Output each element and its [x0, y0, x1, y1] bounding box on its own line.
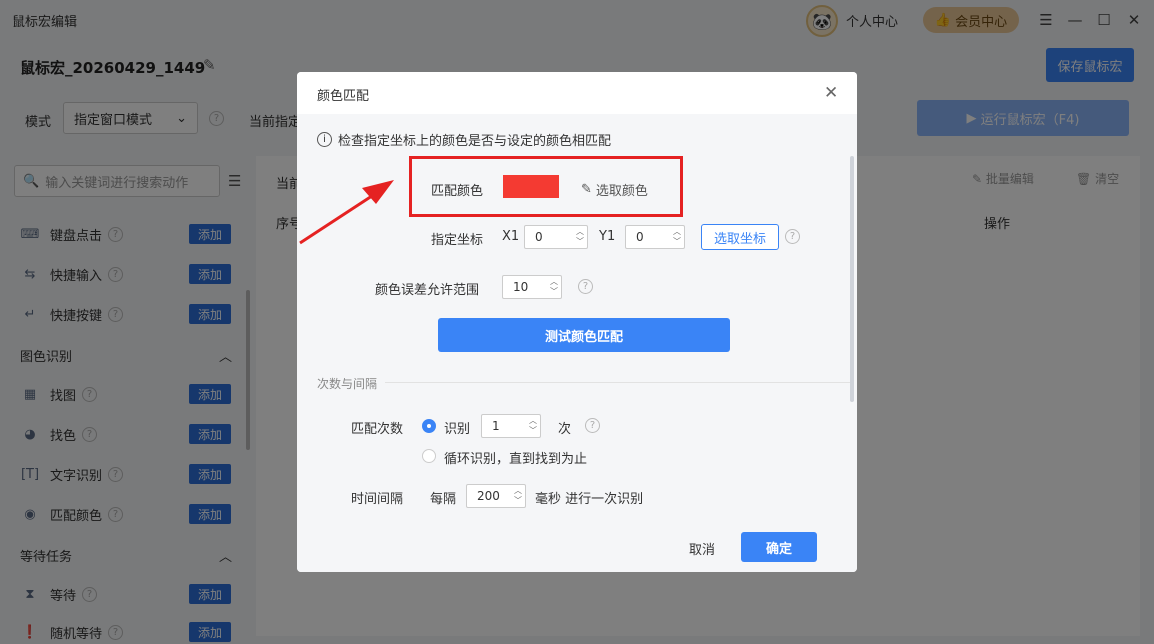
y-stepper[interactable]: 0 ︿ ﹀	[625, 225, 685, 249]
cancel-button[interactable]: 取消	[689, 539, 715, 558]
dialog-scrollbar[interactable]	[850, 156, 854, 402]
dialog-title: 颜色匹配	[317, 89, 370, 104]
info-text: 检查指定坐标上的颜色是否与设定的颜色相匹配	[338, 134, 612, 149]
color-swatch[interactable]	[503, 175, 559, 198]
x-label: X1	[502, 229, 520, 244]
stepper-arrows-icon[interactable]: ︿ ﹀	[673, 227, 681, 247]
recognize-radio[interactable]	[422, 419, 436, 433]
ok-button[interactable]: 确定	[741, 532, 817, 562]
info-icon: i	[317, 132, 332, 147]
loop-label: 循环识别，直到找到为止	[444, 452, 588, 467]
color-match-dialog: 颜色匹配 ✕ i 检查指定坐标上的颜色是否与设定的颜色相匹配 匹配颜色 ✎ 选取颜色…	[297, 72, 857, 572]
tolerance-value: 10	[513, 280, 529, 294]
interval-label: 时间间隔	[351, 492, 404, 507]
test-color-match-button[interactable]: 测试颜色匹配	[438, 318, 730, 352]
count-unit: 次	[558, 422, 572, 437]
pick-color-label: 选取颜色	[595, 184, 648, 199]
x-stepper[interactable]: 0 ︿ ﹀	[524, 225, 588, 249]
interval-value: 200	[477, 489, 500, 503]
eyedropper-icon: ✎	[581, 182, 592, 197]
tolerance-stepper[interactable]: 10 ︿ ﹀	[502, 275, 562, 299]
section-divider	[385, 382, 851, 383]
count-value: 1	[492, 419, 500, 433]
help-icon[interactable]: ?	[585, 418, 600, 433]
tolerance-label: 颜色误差允许范围	[375, 283, 480, 298]
recognize-label: 识别	[444, 422, 471, 437]
help-icon[interactable]: ?	[785, 229, 800, 244]
every-label: 每隔	[430, 492, 457, 507]
count-label: 匹配次数	[351, 422, 404, 437]
pick-color-button[interactable]: ✎ 选取颜色	[581, 180, 648, 199]
stepper-arrows-icon[interactable]: ︿ ﹀	[576, 227, 584, 247]
loop-radio[interactable]	[422, 449, 436, 463]
section-title: 次数与间隔	[317, 377, 378, 391]
dialog-header: 颜色匹配 ✕	[297, 72, 857, 114]
help-icon[interactable]: ?	[578, 279, 593, 294]
y-label: Y1	[599, 229, 616, 244]
count-stepper[interactable]: 1 ︿ ﹀	[481, 414, 541, 438]
dialog-body: i 检查指定坐标上的颜色是否与设定的颜色相匹配 匹配颜色 ✎ 选取颜色 指定坐标 X…	[297, 114, 857, 572]
info-line: i 检查指定坐标上的颜色是否与设定的颜色相匹配	[317, 130, 611, 149]
close-icon[interactable]: ✕	[824, 83, 838, 103]
stepper-arrows-icon[interactable]: ︿ ﹀	[514, 486, 522, 506]
stepper-arrows-icon[interactable]: ︿ ﹀	[550, 277, 558, 297]
y-value: 0	[636, 230, 644, 244]
stepper-arrows-icon[interactable]: ︿ ﹀	[529, 416, 537, 436]
interval-stepper[interactable]: 200 ︿ ﹀	[466, 484, 526, 508]
match-color-label: 匹配颜色	[431, 184, 484, 199]
coord-label: 指定坐标	[431, 233, 484, 248]
x-value: 0	[535, 230, 543, 244]
pick-coord-button[interactable]: 选取坐标	[701, 224, 779, 250]
ms-label: 毫秒 进行一次识别	[535, 492, 644, 507]
